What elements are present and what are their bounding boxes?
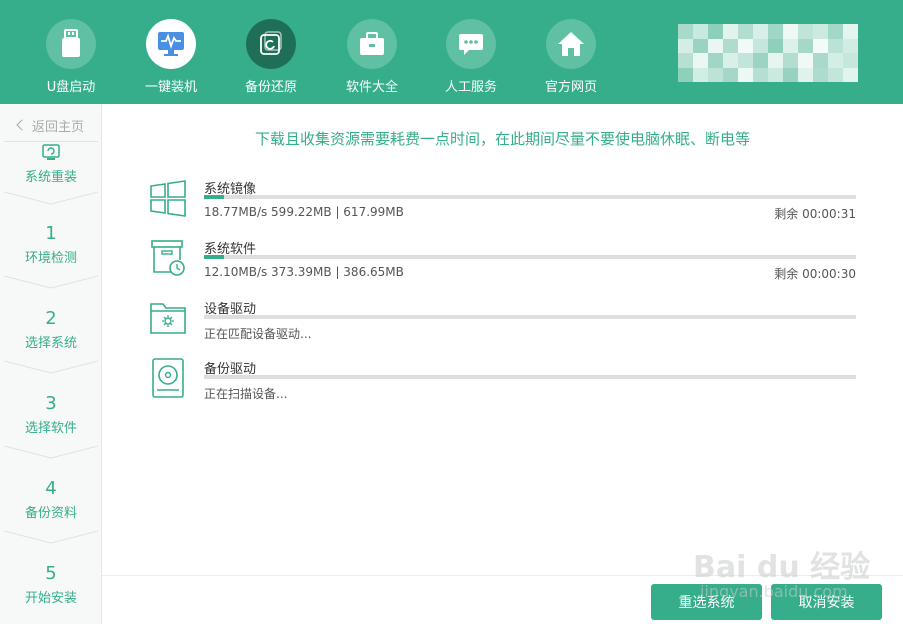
back-to-home-link[interactable]: 返回主页 xyxy=(0,112,102,138)
nav-official-site[interactable]: 官方网页 xyxy=(521,19,621,95)
download-status: 正在匹配设备驱动... xyxy=(204,327,312,341)
step-label: 环境检测 xyxy=(24,251,77,266)
download-row-system-software: 系统软件 12.10MB/s 373.39MB | 386.65MB 剩余 00… xyxy=(148,238,858,292)
divider xyxy=(4,141,98,142)
step-environment-check: 1 环境检测 xyxy=(0,223,102,267)
step-label: 选择软件 xyxy=(24,421,77,436)
download-row-backup-driver: 备份驱动 正在扫描设备... xyxy=(148,358,858,412)
reselect-system-button[interactable]: 重选系统 xyxy=(651,584,762,620)
download-progress-bar xyxy=(204,375,856,379)
usb-drive-icon xyxy=(46,19,96,69)
steps-sidebar: 返回主页 系统重装 1 环境检测 2 选择系统 3 选择软件 4 备份资料 5 xyxy=(0,104,102,624)
nav-human-service[interactable]: 人工服务 xyxy=(421,19,521,95)
nav-label: 备份还原 xyxy=(244,80,297,95)
step-separator xyxy=(4,191,98,205)
footer-divider xyxy=(102,575,903,576)
back-label: 返回主页 xyxy=(31,119,84,135)
blurred-user-avatar xyxy=(678,24,858,82)
step-label: 系统重装 xyxy=(24,170,77,185)
software-box-clock-icon xyxy=(148,238,188,282)
step-number: 5 xyxy=(45,563,57,584)
nav-label: 官方网页 xyxy=(544,80,597,95)
chevron-left-icon xyxy=(16,119,28,131)
download-notice: 下载且收集资源需要耗费一点时间，在此期间尽量不要使电脑休眠、断电等 xyxy=(254,130,750,148)
windows-logo-icon xyxy=(148,178,188,222)
download-progress-bar xyxy=(204,315,856,319)
progress-fill xyxy=(204,195,224,199)
download-row-system-image: 系统镜像 18.77MB/s 599.22MB | 617.99MB 剩余 00… xyxy=(148,178,858,232)
download-remaining-time: 剩余 00:00:31 xyxy=(774,207,856,221)
watermark-brand: Bai du 经验 xyxy=(693,550,871,585)
download-row-device-driver: 设备驱动 正在匹配设备驱动... xyxy=(148,298,858,352)
nav-label: 人工服务 xyxy=(444,80,497,95)
step-label: 选择系统 xyxy=(24,336,77,351)
nav-software-center[interactable]: 软件大全 xyxy=(322,19,422,95)
nav-backup-restore[interactable]: 备份还原 xyxy=(221,19,321,95)
step-separator xyxy=(4,530,98,544)
download-stats: 12.10MB/s 373.39MB | 386.65MB xyxy=(204,265,404,279)
monitor-pulse-icon xyxy=(146,19,196,69)
download-remaining-time: 剩余 00:00:30 xyxy=(774,267,856,281)
download-status: 正在扫描设备... xyxy=(204,387,288,401)
step-label: 备份资料 xyxy=(24,506,77,521)
progress-fill xyxy=(204,255,224,259)
nav-label: 软件大全 xyxy=(345,80,398,95)
step-number: 3 xyxy=(45,393,57,414)
step-separator xyxy=(4,445,98,459)
backup-restore-icon xyxy=(246,19,296,69)
step-select-system: 2 选择系统 xyxy=(0,308,102,352)
briefcase-icon xyxy=(347,19,397,69)
home-icon xyxy=(546,19,596,69)
step-separator xyxy=(4,275,98,289)
nav-label: U盘启动 xyxy=(46,80,96,95)
top-nav-bar: U盘启动 一键装机 备份还原 软件大全 人工服务 官方网页 xyxy=(0,0,903,104)
nav-label: 一键装机 xyxy=(144,80,197,95)
download-progress-bar xyxy=(204,255,856,259)
hard-disk-icon xyxy=(148,358,188,402)
nav-one-click-install[interactable]: 一键装机 xyxy=(121,19,221,95)
download-stats: 18.77MB/s 599.22MB | 617.99MB xyxy=(204,205,404,219)
driver-folder-icon xyxy=(148,298,188,342)
nav-usb-boot[interactable]: U盘启动 xyxy=(21,19,121,95)
step-start-install: 5 开始安装 xyxy=(0,563,102,607)
step-number: 4 xyxy=(45,478,57,499)
download-progress-bar xyxy=(204,195,856,199)
reinstall-icon xyxy=(0,144,102,162)
step-select-software: 3 选择软件 xyxy=(0,393,102,437)
cancel-install-button[interactable]: 取消安装 xyxy=(771,584,882,620)
step-label: 开始安装 xyxy=(24,591,77,606)
step-system-reinstall: 系统重装 xyxy=(0,144,102,185)
step-number: 2 xyxy=(45,308,57,329)
step-number: 1 xyxy=(45,223,57,244)
chat-bubble-icon xyxy=(446,19,496,69)
step-backup-data: 4 备份资料 xyxy=(0,478,102,522)
step-separator xyxy=(4,360,98,374)
